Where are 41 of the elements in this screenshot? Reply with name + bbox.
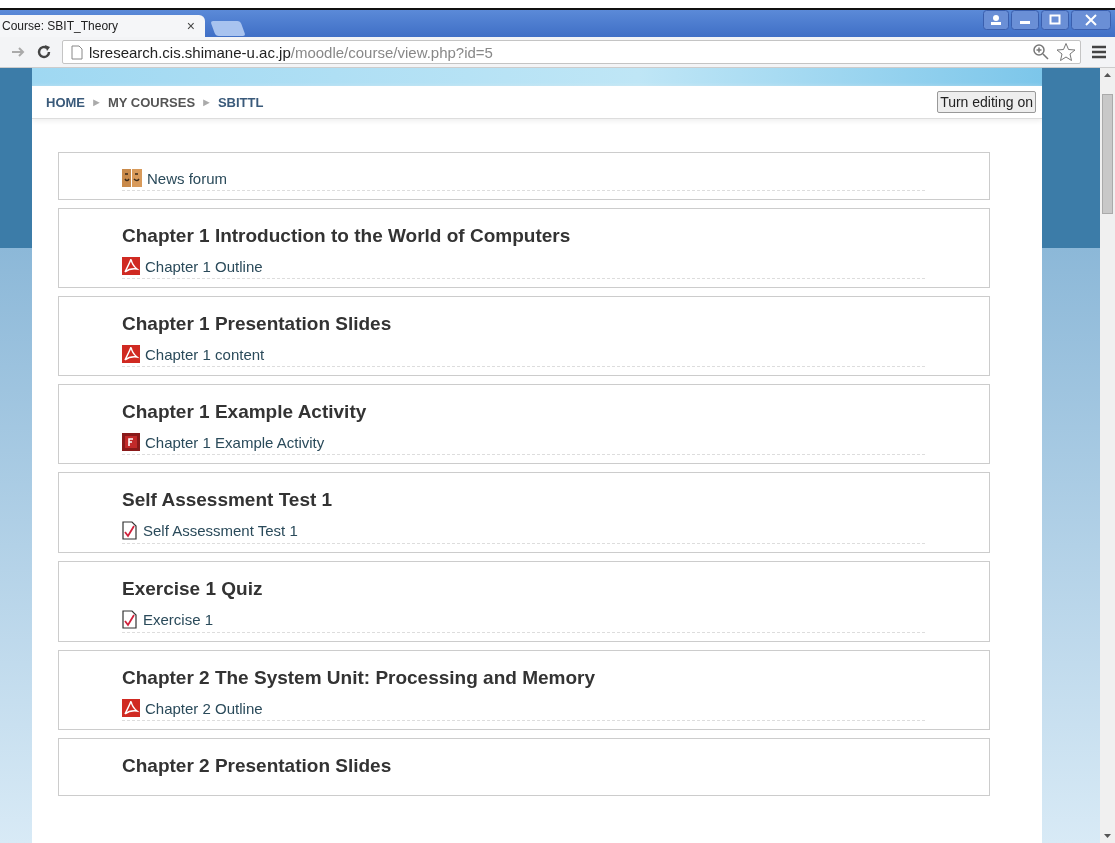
quiz-icon bbox=[122, 521, 138, 540]
breadcrumb-link[interactable]: MY COURSES bbox=[107, 94, 196, 110]
minimize-icon[interactable] bbox=[1011, 10, 1039, 30]
browser-tab[interactable]: Course: SBIT_Theory × bbox=[0, 15, 205, 37]
close-icon[interactable] bbox=[1071, 10, 1111, 30]
reload-icon[interactable] bbox=[36, 44, 52, 60]
activity-link[interactable]: Chapter 1 content bbox=[145, 345, 265, 363]
flash-icon bbox=[122, 433, 140, 451]
breadcrumb-link[interactable]: HOME bbox=[46, 94, 85, 110]
activity-link[interactable]: Self Assessment Test 1 bbox=[143, 522, 298, 539]
new-tab-button[interactable] bbox=[210, 21, 246, 36]
activity-link[interactable]: News forum bbox=[147, 169, 228, 187]
breadcrumb-separator: ► bbox=[201, 96, 212, 108]
section-title: Exercise 1 Quiz bbox=[122, 578, 264, 600]
pdf-icon bbox=[122, 257, 140, 275]
breadcrumb-separator: ► bbox=[91, 96, 102, 108]
breadcrumb-link[interactable]: SBITTL bbox=[217, 94, 264, 110]
section-title: Chapter 2 The System Unit: Processing and Memory bbox=[122, 667, 596, 689]
zoom-icon[interactable] bbox=[1032, 43, 1050, 61]
quiz-icon bbox=[122, 610, 138, 629]
user-icon[interactable] bbox=[983, 10, 1009, 30]
activity-link[interactable]: Chapter 1 Example Activity bbox=[145, 433, 325, 451]
section-title: Chapter 1 Presentation Slides bbox=[122, 313, 393, 335]
tab-close-button[interactable]: × bbox=[186, 18, 195, 34]
section-title: Self Assessment Test 1 bbox=[122, 489, 334, 511]
star-icon[interactable] bbox=[1056, 42, 1076, 62]
scroll-thumb[interactable] bbox=[1102, 94, 1113, 214]
section-title: Chapter 1 Example Activity bbox=[122, 401, 368, 423]
maximize-icon[interactable] bbox=[1041, 10, 1069, 30]
pdf-icon bbox=[122, 345, 140, 363]
section-title: Chapter 1 Introduction to the World of Computers bbox=[122, 225, 572, 247]
activity-link[interactable]: Chapter 2 Outline bbox=[145, 699, 263, 717]
forum-icon bbox=[122, 169, 142, 187]
activity-link[interactable]: Exercise 1 bbox=[143, 611, 214, 628]
turn-editing-on-button[interactable]: Turn editing on bbox=[937, 91, 1036, 113]
menu-icon[interactable] bbox=[1091, 45, 1107, 59]
address-bar[interactable]: lsresearch.cis.shimane-u.ac.jp/moodle/course/view.php?id=5 bbox=[62, 40, 1081, 64]
page-icon bbox=[71, 44, 83, 60]
section-title: Chapter 2 Presentation Slides bbox=[122, 755, 393, 777]
activity-link[interactable]: Chapter 1 Outline bbox=[145, 257, 263, 275]
pdf-icon bbox=[122, 699, 140, 717]
